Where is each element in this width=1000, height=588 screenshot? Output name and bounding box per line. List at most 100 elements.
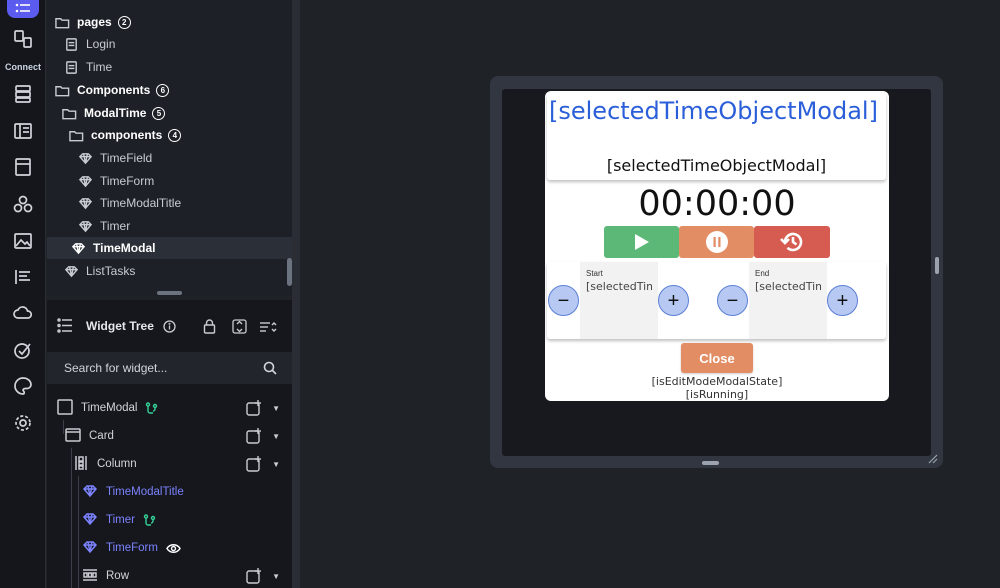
column-icon <box>73 455 89 474</box>
count-badge: 6 <box>156 83 170 97</box>
chevron-down-icon[interactable]: ▼ <box>272 460 280 469</box>
tree-node-label: Column <box>97 458 137 470</box>
app-state-icon[interactable] <box>11 119 35 143</box>
end-plus-button[interactable]: + <box>827 285 858 316</box>
component-diamond-icon <box>77 150 93 166</box>
folder-label: ModalTime <box>84 106 147 120</box>
search-icon <box>263 361 277 375</box>
branch-icon <box>143 513 156 526</box>
gear-icon[interactable] <box>11 411 35 435</box>
chevron-down-icon[interactable]: ▼ <box>272 432 280 441</box>
component-item-timeform[interactable]: TimeForm <box>47 170 292 192</box>
page-icon <box>63 36 79 52</box>
tree-node-timer[interactable]: Timer <box>47 508 292 532</box>
pages-folder[interactable]: pages 2 <box>47 11 292 33</box>
time-modal-preview: [selectedTimeObjectModal] [selectedTimeO… <box>545 91 889 401</box>
start-field-value: [selectedTimeObjectModal] <box>586 280 652 293</box>
modal-title-text: [selectedTimeObjectModal] <box>549 97 878 125</box>
folder-label: components <box>91 128 163 142</box>
tree-node-timemodaltitle[interactable]: TimeModalTitle <box>47 480 292 504</box>
start-minus-button[interactable]: − <box>548 285 579 316</box>
reset-button[interactable] <box>754 226 830 258</box>
folder-open-icon <box>54 14 70 30</box>
count-badge: 2 <box>117 15 131 29</box>
media-assets-icon[interactable] <box>11 229 35 253</box>
end-time-field[interactable]: End [selectedTimeObjectModal] <box>749 262 827 339</box>
page-icon <box>63 59 79 75</box>
page-label: Login <box>86 37 116 51</box>
tree-node-card[interactable]: Card ▼ <box>47 424 292 448</box>
theme-palette-icon[interactable] <box>11 374 35 398</box>
widget-tree-toggle-button[interactable] <box>7 0 39 18</box>
start-plus-button[interactable]: + <box>658 285 689 316</box>
modaltime-folder[interactable]: ModalTime 5 <box>47 102 292 124</box>
chevron-down-icon[interactable]: ▼ <box>272 572 280 581</box>
history-icon <box>780 232 803 252</box>
chevron-down-icon[interactable]: ▼ <box>272 404 280 413</box>
component-item-timemodal[interactable]: TimeModal <box>47 237 292 259</box>
widget-tree-title: Widget Tree <box>86 319 154 333</box>
plus-icon: + <box>836 289 849 312</box>
add-child-icon[interactable] <box>246 456 262 472</box>
tree-node-timeform[interactable]: TimeForm <box>47 536 292 560</box>
count-badge: 5 <box>152 106 166 120</box>
folder-open-icon <box>54 82 70 98</box>
component-label: TimeModalTitle <box>100 196 182 210</box>
lock-icon[interactable] <box>203 319 216 334</box>
tree-list-icon <box>57 318 72 333</box>
checkbox-square-icon <box>57 398 73 418</box>
device-resize-handle-bottom[interactable] <box>702 461 719 465</box>
widget-search-input[interactable]: Search for widget... <box>47 352 292 384</box>
add-child-icon[interactable] <box>246 400 262 416</box>
component-diamond-icon <box>82 511 98 530</box>
tree-node-label: TimeModalTitle <box>106 486 184 498</box>
page-label: Time <box>86 60 113 74</box>
info-icon[interactable] <box>163 320 176 333</box>
minus-icon: − <box>557 289 570 312</box>
close-button[interactable]: Close <box>681 343 753 373</box>
component-label: TimeForm <box>100 174 155 188</box>
component-label: TimeModal <box>93 241 156 255</box>
add-child-icon[interactable] <box>246 568 262 584</box>
add-child-icon[interactable] <box>246 428 262 444</box>
sort-icon[interactable] <box>259 321 277 333</box>
play-button[interactable] <box>604 226 679 258</box>
panel-divider[interactable] <box>292 0 300 588</box>
storyboard-icon[interactable] <box>11 27 35 51</box>
page-item-time[interactable]: Time <box>47 56 292 78</box>
eye-icon[interactable] <box>166 543 181 554</box>
row-icon <box>82 567 98 586</box>
integrations-icon[interactable] <box>11 192 35 216</box>
component-item-timefield[interactable]: TimeField <box>47 147 292 169</box>
component-item-listtasks[interactable]: ListTasks <box>47 260 292 282</box>
component-item-timer[interactable]: Timer <box>47 215 292 237</box>
minus-icon: − <box>726 289 739 312</box>
expand-vertical-icon[interactable] <box>232 319 247 334</box>
sub-components-folder[interactable]: components 4 <box>47 124 292 146</box>
database-icon[interactable] <box>11 82 35 106</box>
panel-resize-handle[interactable] <box>157 291 182 295</box>
component-diamond-icon <box>82 539 98 558</box>
components-folder[interactable]: Components 6 <box>47 79 292 101</box>
component-label: Timer <box>100 219 131 233</box>
edit-mode-state-text: [isEditModeModalState] <box>651 375 783 388</box>
custom-code-icon[interactable] <box>11 155 35 179</box>
text-style-icon[interactable] <box>11 265 35 289</box>
modal-subtitle-text: [selectedTimeObjectModal] <box>606 156 827 175</box>
end-field-label: End <box>755 269 770 278</box>
resize-corner-icon[interactable] <box>928 454 938 464</box>
tree-node-column[interactable]: Column ▼ <box>47 452 292 476</box>
check-icon[interactable] <box>11 338 35 362</box>
page-item-login[interactable]: Login <box>47 33 292 55</box>
end-minus-button[interactable]: − <box>717 285 748 316</box>
tree-node-timemodal[interactable]: TimeModal ▼ <box>47 396 292 420</box>
start-time-field[interactable]: Start [selectedTimeObjectModal] <box>580 262 658 339</box>
component-item-timemodaltitle[interactable]: TimeModalTitle <box>47 192 292 214</box>
tree-node-row[interactable]: Row ▼ <box>47 564 292 588</box>
cloud-icon[interactable] <box>11 301 35 325</box>
tree-node-label: TimeModal <box>81 402 138 414</box>
plus-icon: + <box>667 289 680 312</box>
pause-button[interactable] <box>679 226 754 258</box>
widget-tree-header: Widget Tree <box>47 300 292 350</box>
device-resize-handle-right[interactable] <box>935 257 939 274</box>
